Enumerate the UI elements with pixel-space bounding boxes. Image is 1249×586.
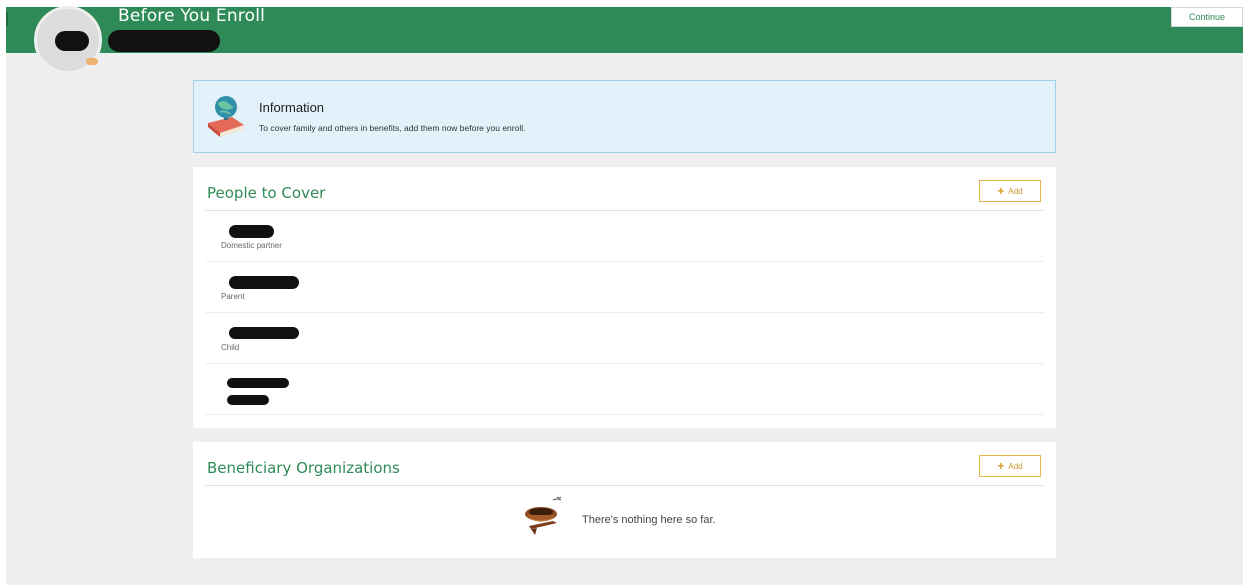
empty-nest-icon	[525, 496, 562, 535]
list-item[interactable]: Parent	[205, 262, 1044, 313]
redacted-user-name	[108, 30, 220, 52]
back-handle[interactable]	[6, 12, 8, 26]
redacted-name	[227, 378, 289, 388]
list-item[interactable]: Domestic partner	[205, 211, 1044, 262]
people-to-cover-title: People to Cover	[207, 184, 326, 202]
add-beneficiary-label: Add	[1008, 462, 1023, 471]
page-title: Before You Enroll	[118, 6, 266, 26]
empty-state-text: There's nothing here so far.	[582, 514, 716, 526]
relation-label: Domestic partner	[221, 241, 282, 250]
redacted-name	[229, 225, 274, 238]
continue-button[interactable]: Continue	[1171, 7, 1243, 27]
relation-label: Child	[221, 343, 240, 352]
information-title: Information	[259, 100, 325, 115]
add-person-button[interactable]: + Add	[979, 180, 1041, 202]
relation-label: Parent	[221, 292, 245, 301]
list-item[interactable]: Child	[205, 313, 1044, 364]
people-to-cover-card: People to Cover + Add Domestic partner Pa…	[193, 167, 1056, 428]
plus-icon: +	[997, 184, 1005, 198]
divider	[205, 485, 1044, 486]
beneficiary-organizations-title: Beneficiary Organizations	[207, 459, 400, 477]
beneficiary-organizations-card: Beneficiary Organizations + Add There's n…	[193, 442, 1056, 558]
add-beneficiary-button[interactable]: + Add	[979, 455, 1041, 477]
plus-icon: +	[997, 459, 1005, 473]
redacted-name	[229, 276, 299, 289]
globe-on-book-icon	[208, 96, 244, 137]
add-person-label: Add	[1008, 187, 1023, 196]
information-panel: Information To cover family and others i…	[193, 80, 1056, 153]
redacted-name	[227, 395, 269, 405]
list-item[interactable]	[205, 364, 1044, 415]
avatar-badge	[86, 58, 98, 65]
redacted-name	[229, 327, 299, 339]
redacted-avatar-content	[55, 31, 89, 51]
empty-state: There's nothing here so far.	[523, 494, 763, 538]
information-text: To cover family and others in benefits, …	[259, 123, 526, 133]
